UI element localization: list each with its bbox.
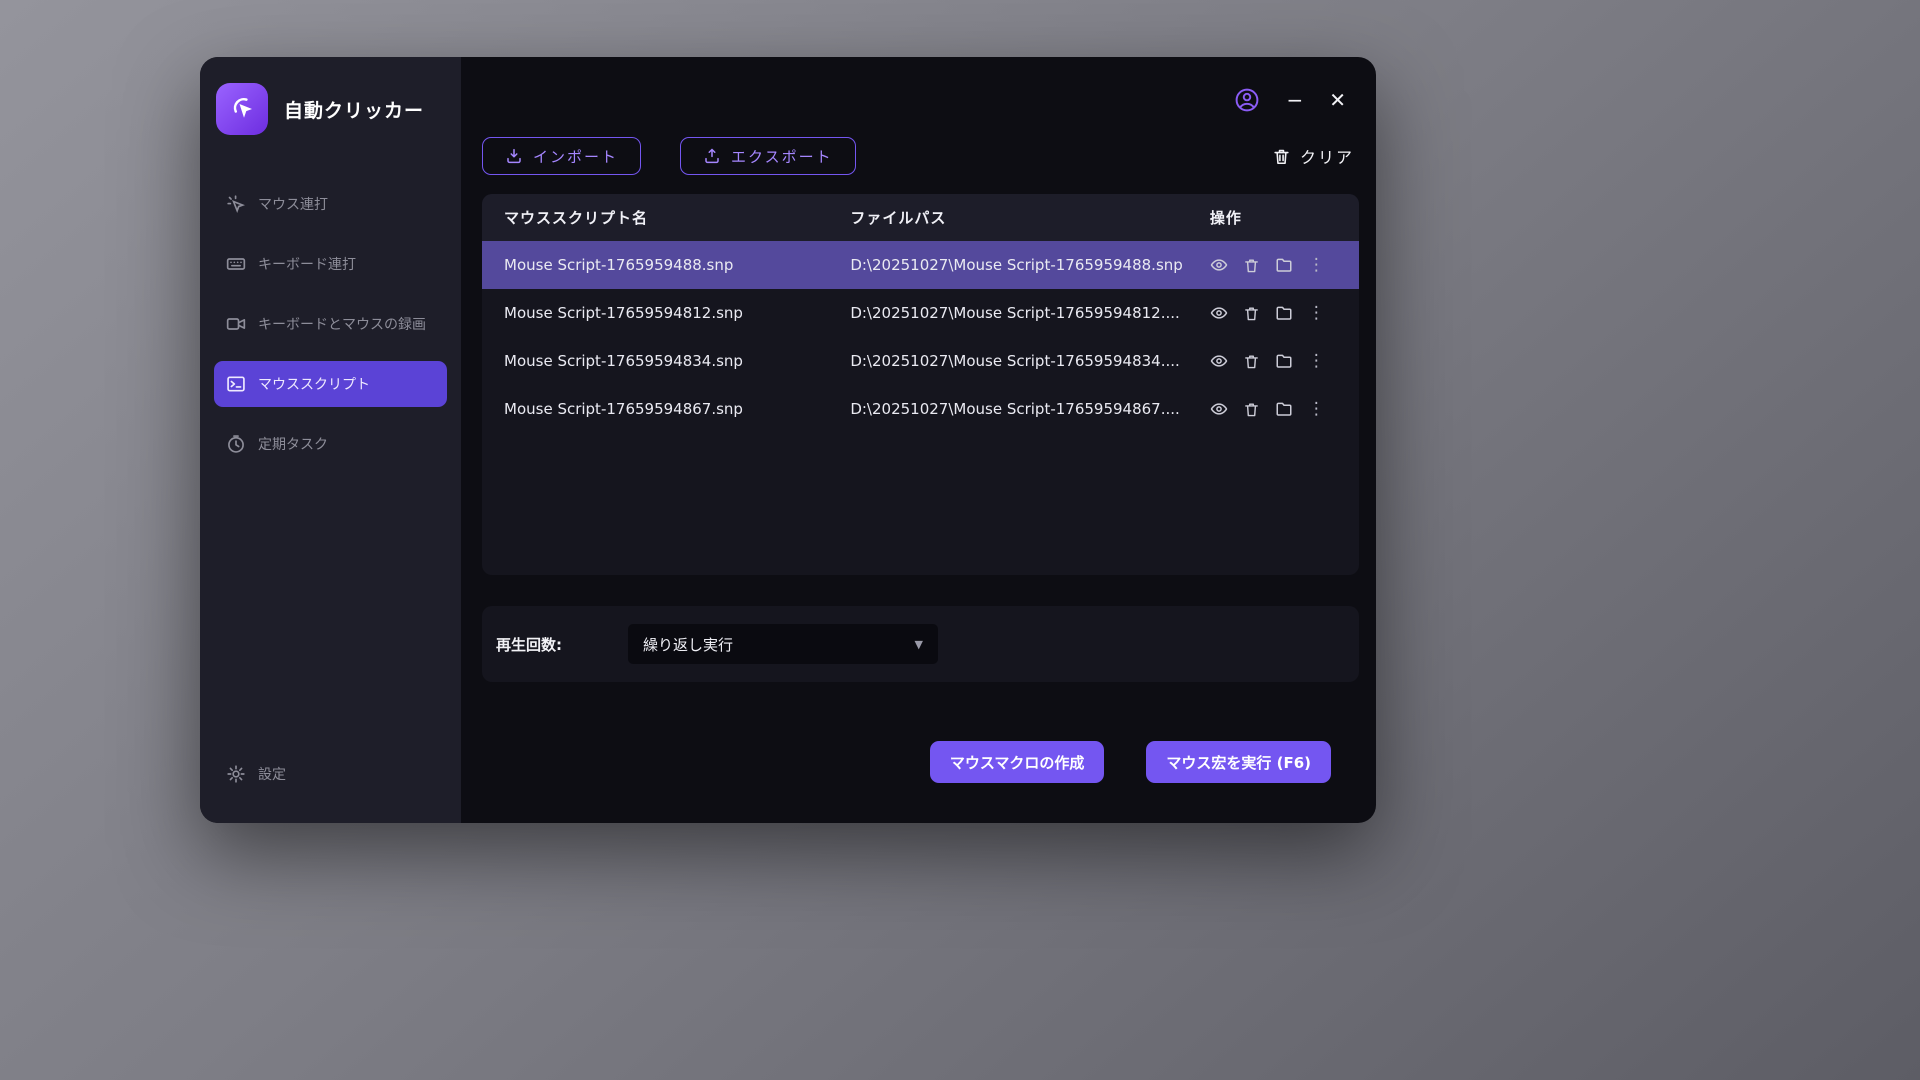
- sidebar: 自動クリッカー マウス連打 キーボード連打: [200, 57, 461, 823]
- playback-count-label: 再生回数:: [496, 634, 562, 655]
- sidebar-item-label: キーボード連打: [258, 254, 356, 274]
- view-icon[interactable]: [1210, 400, 1228, 418]
- column-header-path: ファイルパス: [850, 207, 1210, 228]
- user-avatar-icon[interactable]: [1234, 87, 1260, 113]
- import-label: インポート: [533, 146, 618, 167]
- titlebar: − ✕: [461, 57, 1376, 119]
- sidebar-menu: マウス連打 キーボード連打 キーボードとマウスの録画: [214, 181, 447, 467]
- app-window: 自動クリッカー マウス連打 キーボード連打: [200, 57, 1376, 823]
- chevron-down-icon: ▼: [915, 638, 923, 651]
- more-icon[interactable]: ⋮: [1308, 255, 1325, 275]
- toolbar: インポート エクスポート クリア: [461, 119, 1376, 175]
- row-actions: ⋮: [1210, 399, 1359, 419]
- gear-icon: [226, 764, 246, 784]
- folder-icon[interactable]: [1275, 400, 1293, 418]
- row-actions: ⋮: [1210, 255, 1359, 275]
- keyboard-icon: [226, 254, 246, 274]
- folder-icon[interactable]: [1275, 256, 1293, 274]
- terminal-icon: [226, 374, 246, 394]
- sidebar-item-recording[interactable]: キーボードとマウスの録画: [214, 301, 447, 347]
- view-icon[interactable]: [1210, 304, 1228, 322]
- column-header-name: マウススクリプト名: [482, 207, 850, 228]
- trash-icon: [1272, 147, 1291, 166]
- sidebar-item-label: 設定: [258, 764, 286, 784]
- run-macro-button[interactable]: マウス宏を実行 (F6): [1146, 741, 1331, 783]
- delete-icon[interactable]: [1243, 257, 1260, 274]
- script-path: D:\20251027\Mouse Script-1765959488.snp: [850, 256, 1210, 274]
- delete-icon[interactable]: [1243, 305, 1260, 322]
- script-name: Mouse Script-17659594867.snp: [482, 400, 850, 418]
- sidebar-item-label: マウス連打: [258, 194, 328, 214]
- script-path: D:\20251027\Mouse Script-17659594867....: [850, 400, 1210, 418]
- app-logo: [216, 83, 268, 135]
- minimize-button[interactable]: −: [1286, 90, 1303, 110]
- clear-label: クリア: [1300, 144, 1354, 168]
- sidebar-item-label: 定期タスク: [258, 434, 328, 454]
- repeat-count-select[interactable]: 繰り返し実行 ▼: [628, 624, 938, 664]
- table-row[interactable]: Mouse Script-17659594867.snp D:\20251027…: [482, 385, 1359, 433]
- close-button[interactable]: ✕: [1329, 90, 1346, 110]
- main-content: − ✕ インポート エクスポート: [461, 57, 1376, 823]
- export-label: エクスポート: [731, 146, 833, 167]
- view-icon[interactable]: [1210, 352, 1228, 370]
- delete-icon[interactable]: [1243, 353, 1260, 370]
- create-macro-button[interactable]: マウスマクロの作成: [930, 741, 1105, 783]
- script-name: Mouse Script-17659594834.snp: [482, 352, 850, 370]
- table-body: Mouse Script-1765959488.snp D:\20251027\…: [482, 241, 1359, 433]
- repeat-count-value: 繰り返し実行: [643, 634, 733, 655]
- table-row[interactable]: Mouse Script-17659594812.snp D:\20251027…: [482, 289, 1359, 337]
- script-path: D:\20251027\Mouse Script-17659594834....: [850, 352, 1210, 370]
- folder-icon[interactable]: [1275, 304, 1293, 322]
- clear-button[interactable]: クリア: [1272, 144, 1354, 168]
- row-actions: ⋮: [1210, 351, 1359, 371]
- app-logo-row: 自動クリッカー: [214, 83, 447, 135]
- table-header: マウススクリプト名 ファイルパス 操作: [482, 194, 1359, 241]
- more-icon[interactable]: ⋮: [1308, 303, 1325, 323]
- view-icon[interactable]: [1210, 256, 1228, 274]
- folder-icon[interactable]: [1275, 352, 1293, 370]
- download-icon: [505, 147, 523, 165]
- script-name: Mouse Script-1765959488.snp: [482, 256, 850, 274]
- record-camera-icon: [226, 314, 246, 334]
- sidebar-item-mouse-clicker[interactable]: マウス連打: [214, 181, 447, 227]
- more-icon[interactable]: ⋮: [1308, 399, 1325, 419]
- sidebar-item-mouse-script[interactable]: マウススクリプト: [214, 361, 447, 407]
- cursor-click-icon: [227, 94, 257, 124]
- clock-icon: [226, 434, 246, 454]
- delete-icon[interactable]: [1243, 401, 1260, 418]
- script-path: D:\20251027\Mouse Script-17659594812....: [850, 304, 1210, 322]
- column-header-actions: 操作: [1210, 207, 1359, 228]
- upload-icon: [703, 147, 721, 165]
- row-actions: ⋮: [1210, 303, 1359, 323]
- sidebar-item-label: マウススクリプト: [258, 374, 370, 394]
- script-table: マウススクリプト名 ファイルパス 操作 Mouse Script-1765959…: [482, 194, 1359, 575]
- sidebar-item-label: キーボードとマウスの録画: [258, 314, 426, 334]
- script-name: Mouse Script-17659594812.snp: [482, 304, 850, 322]
- table-row[interactable]: Mouse Script-1765959488.snp D:\20251027\…: [482, 241, 1359, 289]
- sidebar-item-keyboard-clicker[interactable]: キーボード連打: [214, 241, 447, 287]
- export-button[interactable]: エクスポート: [680, 137, 856, 175]
- import-button[interactable]: インポート: [482, 137, 641, 175]
- actions-row: マウスマクロの作成 マウス宏を実行 (F6): [461, 741, 1376, 823]
- mouse-click-icon: [226, 194, 246, 214]
- table-row[interactable]: Mouse Script-17659594834.snp D:\20251027…: [482, 337, 1359, 385]
- more-icon[interactable]: ⋮: [1308, 351, 1325, 371]
- playback-panel: 再生回数: 繰り返し実行 ▼: [482, 606, 1359, 682]
- app-title: 自動クリッカー: [284, 96, 424, 123]
- sidebar-item-scheduled-task[interactable]: 定期タスク: [214, 421, 447, 467]
- sidebar-item-settings[interactable]: 設定: [214, 751, 447, 797]
